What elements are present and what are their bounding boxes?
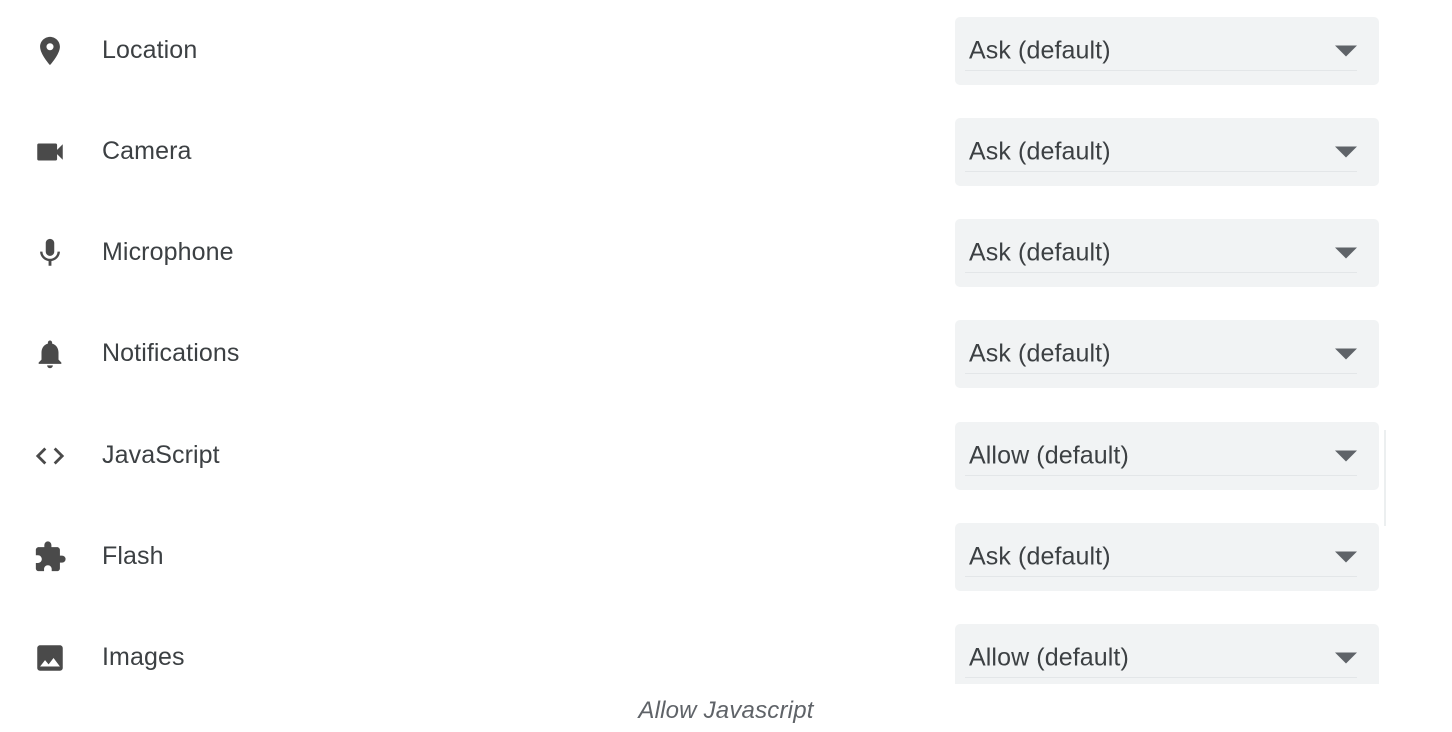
- chevron-down-icon: [1335, 551, 1357, 562]
- permission-label: Location: [102, 36, 198, 64]
- permission-select-camera[interactable]: Ask (default): [955, 117, 1379, 186]
- select-underline: [965, 69, 1357, 71]
- permission-select-value: Ask (default): [969, 339, 1111, 367]
- permission-select-location[interactable]: Ask (default): [955, 16, 1379, 85]
- permission-row-location[interactable]: Location Ask (default): [0, 0, 1452, 101]
- permission-label: Images: [102, 643, 185, 671]
- select-underline: [965, 575, 1357, 577]
- microphone-icon: [30, 233, 70, 273]
- puzzle-piece-icon: [30, 537, 70, 577]
- chevron-down-icon: [1335, 45, 1357, 56]
- permission-row-camera[interactable]: Camera Ask (default): [0, 101, 1452, 202]
- permission-row-notifications[interactable]: Notifications Ask (default): [0, 303, 1452, 404]
- select-underline: [965, 170, 1357, 172]
- permission-select-notifications[interactable]: Ask (default): [955, 319, 1379, 388]
- chevron-down-icon: [1335, 247, 1357, 258]
- chevron-down-icon: [1335, 146, 1357, 157]
- permission-label: Camera: [102, 137, 192, 165]
- permission-row-microphone[interactable]: Microphone Ask (default): [0, 202, 1452, 303]
- code-brackets-icon: [30, 436, 70, 476]
- permission-select-value: Ask (default): [969, 137, 1111, 165]
- site-settings-permissions-panel: Location Ask (default) Camera Ask (defau…: [0, 0, 1452, 732]
- permission-label: JavaScript: [102, 441, 220, 469]
- figure-caption: Allow Javascript: [638, 697, 814, 724]
- permission-row-images[interactable]: Images Allow (default): [0, 607, 1452, 708]
- image-photo-icon: [30, 638, 70, 678]
- permission-select-value: Allow (default): [969, 441, 1129, 469]
- select-underline: [965, 271, 1357, 273]
- permission-label: Notifications: [102, 339, 240, 367]
- permission-select-microphone[interactable]: Ask (default): [955, 218, 1379, 287]
- select-underline: [965, 474, 1357, 476]
- permission-label: Flash: [102, 542, 164, 570]
- chevron-down-icon: [1335, 348, 1357, 359]
- permission-select-flash[interactable]: Ask (default): [955, 522, 1379, 591]
- select-underline: [965, 676, 1357, 678]
- camera-video-icon: [30, 132, 70, 172]
- chevron-down-icon: [1335, 652, 1357, 663]
- select-underline: [965, 372, 1357, 374]
- location-pin-icon: [30, 31, 70, 71]
- permission-select-value: Ask (default): [969, 542, 1111, 570]
- bell-icon: [30, 334, 70, 374]
- permission-select-value: Allow (default): [969, 643, 1129, 671]
- permission-label: Microphone: [102, 238, 234, 266]
- permission-select-images[interactable]: Allow (default): [955, 623, 1379, 692]
- permission-select-javascript[interactable]: Allow (default): [955, 421, 1379, 490]
- permission-select-value: Ask (default): [969, 238, 1111, 266]
- permission-select-value: Ask (default): [969, 36, 1111, 64]
- chevron-down-icon: [1335, 450, 1357, 461]
- permission-row-flash[interactable]: Flash Ask (default): [0, 506, 1452, 607]
- permission-row-javascript[interactable]: JavaScript Allow (default): [0, 405, 1452, 506]
